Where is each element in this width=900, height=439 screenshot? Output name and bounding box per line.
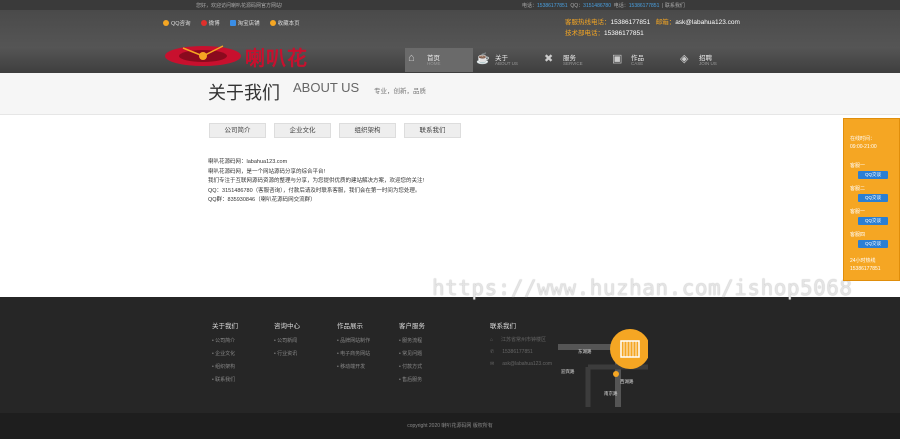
footer-link[interactable]: • 公司新闻 — [274, 335, 300, 348]
box-icon: ◈ — [680, 53, 689, 65]
weibo-icon — [200, 20, 207, 26]
tools-icon: ✖ — [544, 53, 554, 65]
hotline-number: 15386177851 — [850, 266, 881, 272]
qq-chat-button[interactable]: QQ交谈 — [858, 240, 888, 248]
top-qq[interactable]: 3151486780 — [583, 3, 611, 9]
sales-phone: 15386177851 — [610, 19, 651, 26]
tab-culture[interactable]: 企业文化 — [274, 123, 331, 138]
footer-link[interactable]: • 常见问题 — [399, 348, 425, 361]
agent-name: 客服二 — [850, 186, 866, 192]
star-icon — [163, 20, 169, 26]
tech-phone: 15386177851 — [604, 30, 644, 37]
footer-link[interactable]: • 行业资讯 — [274, 348, 300, 361]
agent-name: 客服一 — [850, 163, 866, 169]
quick-link-weibo[interactable]: 微博 — [200, 19, 220, 27]
location-map: 东湖路 迎宾路 西湖路 南京路 — [558, 329, 648, 407]
top-phone[interactable]: 15386177851 — [537, 3, 568, 9]
copyright: copyright 2020 喇叭花源码网 版权所有 — [0, 413, 900, 439]
home-icon: ⌂ — [408, 52, 415, 64]
footer-col-about: 关于我们 • 公司简介 • 企业文化 • 组织架构 • 联系我们 — [212, 320, 238, 387]
footer-col-service: 客户服务 • 服务流程 • 常见问题 • 付款方式 • 售后服务 — [399, 320, 425, 387]
content-line: 我们专注于互联网源码资源的整理与分享，为您提供优质的建站解决方案，欢迎您的关注! — [208, 178, 425, 184]
footer-col-news: 咨询中心 • 公司新闻 • 行业资讯 — [274, 320, 300, 361]
qq-chat-button[interactable]: QQ交谈 — [858, 171, 888, 179]
agent-name: 客服一 — [850, 209, 866, 215]
footer-contact: 联系我们 ⌂ 江苏省常州市钟楼区 ✆ 15386177851 ✉ ask@labahu… — [490, 323, 553, 367]
about-tabs: 公司简介 企业文化 组织架构 联系我们 — [209, 123, 461, 138]
page-banner: 关于我们 ABOUT US 专业，创新，品质 — [0, 73, 900, 115]
qq-chat-button[interactable]: QQ交谈 — [858, 217, 888, 225]
page-title: 关于我们 — [208, 83, 280, 103]
hotline: 客服热线电话：15386177851 邮箱：ask@labahua123.com… — [565, 19, 740, 37]
qq-chat-button[interactable]: QQ交谈 — [858, 194, 888, 202]
mail-icon: ✉ — [490, 361, 495, 367]
email-link[interactable]: ask@labahua123.com — [675, 19, 740, 26]
footer-link[interactable]: • 公司简介 — [212, 335, 238, 348]
page-subtitle: 专业，创新，品质 — [374, 88, 426, 95]
nav-service[interactable]: ✖ 服务 SERVICE — [541, 48, 609, 72]
footer-link[interactable]: • 服务流程 — [399, 335, 425, 348]
map-label: 迎宾路 — [561, 368, 575, 375]
content-line: QQ群：835930846（喇叭花源码网交流群） — [208, 197, 316, 203]
main-nav: ⌂ 首页 HOME ☕ 关于 ABOUT US ✖ 服务 SERVICE ▣ 作… — [405, 48, 745, 72]
tab-company-profile[interactable]: 公司简介 — [209, 123, 266, 138]
watermark: https://www.huzhan.com/ishop5068 — [432, 276, 853, 300]
shop-icon — [229, 20, 236, 26]
footer-link[interactable]: • 付款方式 — [399, 361, 425, 374]
content-line: 喇叭花源码网，是一个网站源码分享的综合平台! — [208, 168, 326, 175]
nav-home[interactable]: ⌂ 首页 HOME — [405, 48, 473, 72]
agent-name: 客服四 — [850, 232, 866, 238]
about-content: 喇叭花源码网：labahua123.com 喇叭花源码网，是一个网站源码分享的综… — [208, 158, 424, 206]
logo-text[interactable]: 喇叭花 — [245, 42, 308, 71]
footer-link[interactable]: • 移动端开发 — [337, 361, 370, 374]
top-bar: 您好，欢迎访问喇叭花源码网官方网站! 电话：15386177851 QQ：315… — [0, 0, 900, 10]
side-contact-panel: 在线时间： 09:00-21:00 客服一 QQ交谈 客服二 QQ交谈 客服一 … — [843, 118, 900, 281]
footer-link[interactable]: • 企业文化 — [212, 348, 238, 361]
hotline-label: 24小时热线 — [850, 258, 876, 264]
nav-case[interactable]: ▣ 作品 CASE — [609, 48, 677, 72]
footer-link[interactable]: • 电子商务网站 — [337, 348, 370, 361]
quick-link-qq[interactable]: QQ咨询 — [163, 19, 191, 27]
footer-phone: ✆ 15386177851 — [490, 349, 533, 355]
tab-contact[interactable]: 联系我们 — [404, 123, 461, 138]
footer-col-works: 作品展示 • 品牌网站制作 • 电子商务网站 • 移动端开发 — [337, 320, 370, 374]
top-contact-link[interactable]: 联系我们 — [665, 3, 685, 9]
map-label: 东湖路 — [578, 348, 592, 355]
map-label: 南京路 — [604, 390, 618, 397]
content-line: 喇叭花源码网：labahua123.com — [208, 159, 288, 165]
star-icon — [269, 20, 276, 26]
footer-link[interactable]: • 联系我们 — [212, 374, 238, 387]
service-hours: 在线时间： 09:00-21:00 — [850, 136, 877, 150]
content-line: QQ：3151486780（客服咨询），付款后请及时联系客服，我们会在第一时间为… — [208, 187, 421, 194]
gallery-icon: ▣ — [612, 53, 623, 65]
coffee-icon: ☕ — [476, 53, 490, 65]
footer-email[interactable]: ✉ ask@labahua123.com — [490, 361, 552, 367]
home-icon: ⌂ — [490, 336, 494, 343]
top-mobile[interactable]: 15386177851 — [629, 3, 660, 9]
tab-organization[interactable]: 组织架构 — [339, 123, 396, 138]
footer-address: ⌂ 江苏省常州市钟楼区 — [490, 336, 547, 344]
footer-link[interactable]: • 售后服务 — [399, 374, 425, 387]
nav-join[interactable]: ◈ 招聘 JOIN US — [677, 48, 745, 72]
nav-about[interactable]: ☕ 关于 ABOUT US — [473, 48, 541, 72]
quick-link-shop[interactable]: 淘宝店铺 — [229, 19, 260, 27]
top-contact: 电话：15386177851 QQ：3151486780 电话：15386177… — [522, 3, 685, 9]
quick-links: QQ咨询 微博 淘宝店铺 收藏本页 — [163, 19, 300, 27]
welcome-text: 您好，欢迎访问喇叭花源码网官方网站! — [196, 3, 283, 9]
footer-link[interactable]: • 组织架构 — [212, 361, 238, 374]
map-label: 西湖路 — [620, 378, 634, 385]
page-title-en: ABOUT US — [293, 80, 360, 95]
quick-link-bookmark[interactable]: 收藏本页 — [269, 19, 300, 27]
footer-link[interactable]: • 品牌网站制作 — [337, 335, 370, 348]
phone-icon: ✆ — [490, 349, 495, 355]
